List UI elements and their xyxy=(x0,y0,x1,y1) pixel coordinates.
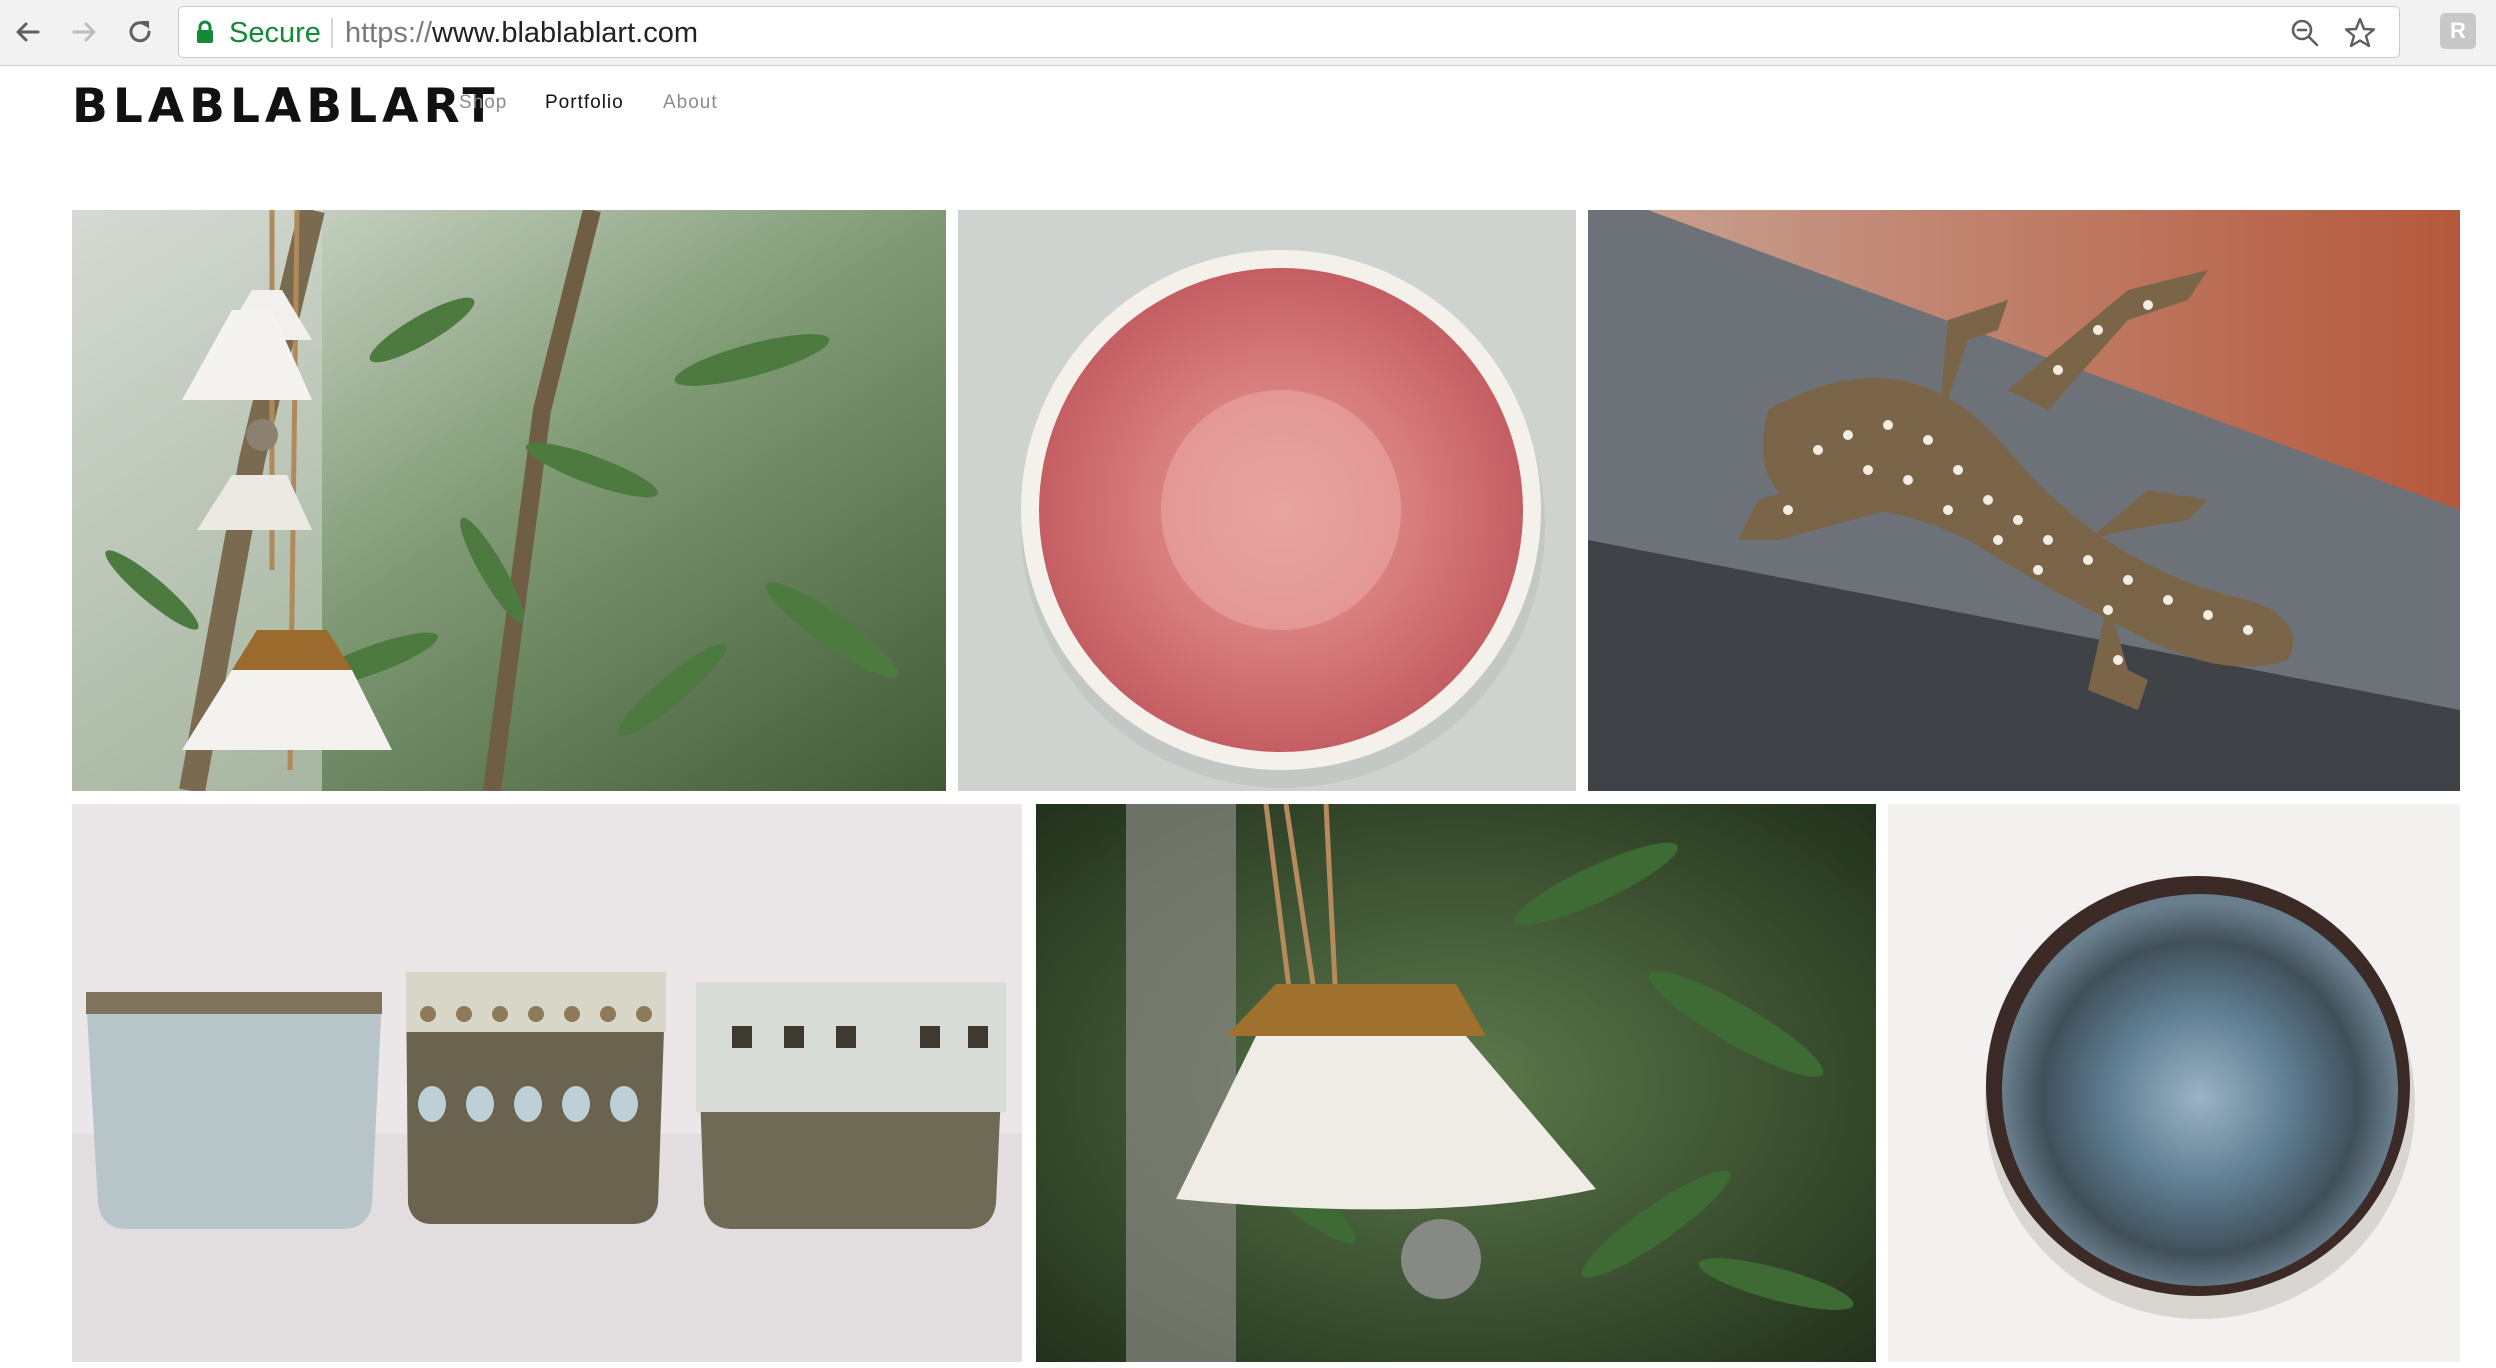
extension-icon[interactable]: R xyxy=(2440,13,2476,49)
gallery-item-single-bell[interactable] xyxy=(1036,804,1876,1362)
gallery-item-ceramic-gecko[interactable] xyxy=(1588,210,2460,791)
pink-bowl-image xyxy=(958,210,1576,791)
url-scheme: https:// xyxy=(345,17,433,49)
nav-link-shop[interactable]: Shop xyxy=(459,88,507,118)
ceramic-cups-image xyxy=(72,804,1022,1362)
url-host: www.blablablart.com xyxy=(432,17,698,49)
bookmark-star-icon[interactable] xyxy=(2343,16,2377,50)
hanging-bells-image xyxy=(72,210,946,791)
forward-button[interactable] xyxy=(64,12,104,52)
site-logo[interactable]: BLABLABLART xyxy=(72,72,500,142)
single-bell-image xyxy=(1036,804,1876,1362)
back-button[interactable] xyxy=(8,12,48,52)
forward-arrow-icon xyxy=(72,22,96,42)
blue-bowl-image xyxy=(1888,804,2460,1362)
lock-icon xyxy=(197,20,213,43)
nav-link-about[interactable]: About xyxy=(663,88,718,118)
secure-label: Secure xyxy=(229,17,321,49)
gallery-item-hanging-bells[interactable] xyxy=(72,210,946,791)
url-text[interactable]: https://www.blablablart.com xyxy=(345,17,698,49)
ceramic-gecko-image xyxy=(1588,210,2460,791)
address-bar[interactable]: Secure https://www.blablablart.com xyxy=(178,6,2400,58)
reload-icon xyxy=(129,21,151,43)
nav-link-portfolio[interactable]: Portfolio xyxy=(545,88,624,118)
zoom-out-icon[interactable] xyxy=(2289,17,2321,49)
gallery-item-pink-bowl[interactable] xyxy=(958,210,1576,791)
omnibox-divider xyxy=(331,18,333,48)
reload-button[interactable] xyxy=(120,12,160,52)
back-arrow-icon xyxy=(16,22,40,42)
browser-toolbar: Secure https://www.blablablart.com R xyxy=(0,0,2496,66)
gallery-item-ceramic-cups[interactable] xyxy=(72,804,1022,1362)
gallery-item-blue-bowl[interactable] xyxy=(1888,804,2460,1362)
site-header: BLABLABLART Shop Portfolio About xyxy=(0,66,2496,202)
